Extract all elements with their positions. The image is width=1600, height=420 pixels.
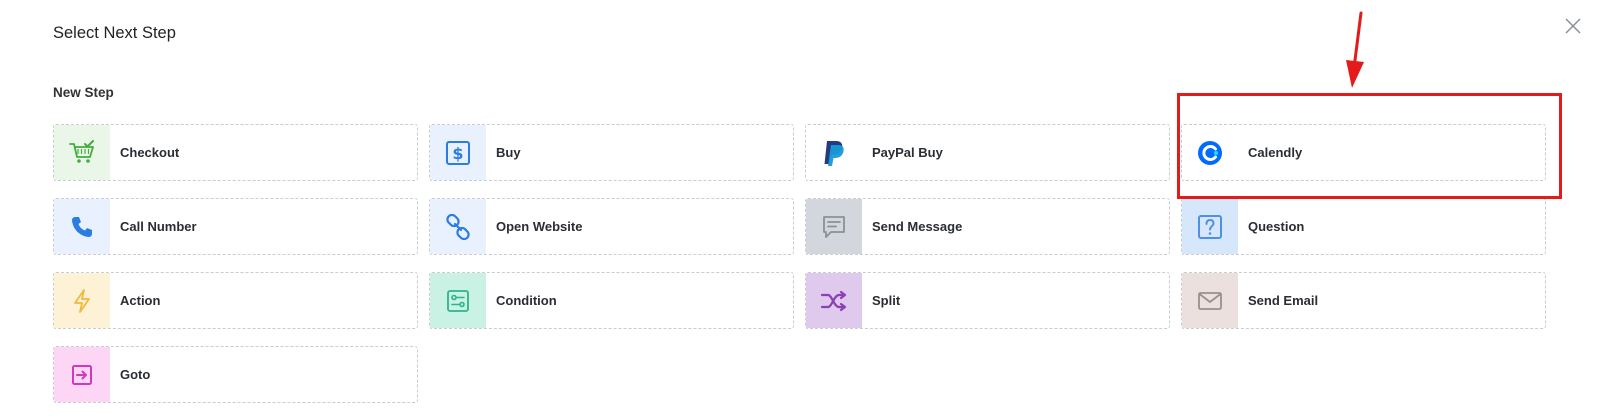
shuffle-icon: [806, 273, 862, 328]
paypal-icon: [806, 125, 862, 180]
step-label: Checkout: [120, 145, 180, 160]
calendly-icon: [1182, 125, 1238, 180]
step-grid: Checkout $ Buy PayPal Buy Calendly Call …: [53, 124, 1546, 403]
section-label-new-step: New Step: [53, 85, 114, 100]
svg-text:$: $: [452, 144, 463, 163]
step-label: Call Number: [120, 219, 197, 234]
step-send-message[interactable]: Send Message: [805, 198, 1170, 255]
step-calendly[interactable]: Calendly: [1181, 124, 1546, 181]
step-label: Open Website: [496, 219, 583, 234]
step-label: Send Email: [1248, 293, 1319, 308]
step-condition[interactable]: Condition: [429, 272, 794, 329]
step-split[interactable]: Split: [805, 272, 1170, 329]
lightning-icon: [54, 273, 110, 328]
step-send-email[interactable]: Send Email: [1181, 272, 1546, 329]
step-paypal-buy[interactable]: PayPal Buy: [805, 124, 1170, 181]
step-open-website[interactable]: Open Website: [429, 198, 794, 255]
step-checkout[interactable]: Checkout: [53, 124, 418, 181]
cart-check-icon: [54, 125, 110, 180]
dollar-box-icon: $: [430, 125, 486, 180]
message-icon: [806, 199, 862, 254]
step-question[interactable]: Question: [1181, 198, 1546, 255]
step-label: Send Message: [872, 219, 963, 234]
select-next-step-dialog: Select Next Step New Step Checkout $ Buy…: [0, 0, 1600, 420]
condition-icon: [430, 273, 486, 328]
step-action[interactable]: Action: [53, 272, 418, 329]
arrow-in-box-icon: [54, 347, 110, 402]
phone-icon: [54, 199, 110, 254]
dialog-title: Select Next Step: [53, 24, 176, 42]
step-label: Calendly: [1248, 145, 1303, 160]
envelope-icon: [1182, 273, 1238, 328]
step-goto[interactable]: Goto: [53, 346, 418, 403]
step-label: Goto: [120, 367, 151, 382]
close-button[interactable]: [1562, 15, 1584, 37]
step-label: Split: [872, 293, 901, 308]
step-label: PayPal Buy: [872, 145, 943, 160]
step-label: Buy: [496, 145, 521, 160]
step-label: Action: [120, 293, 161, 308]
close-icon: [1565, 18, 1581, 34]
step-call-number[interactable]: Call Number: [53, 198, 418, 255]
link-icon: [430, 199, 486, 254]
step-label: Question: [1248, 219, 1305, 234]
step-label: Condition: [496, 293, 557, 308]
question-icon: [1182, 199, 1238, 254]
step-buy[interactable]: $ Buy: [429, 124, 794, 181]
